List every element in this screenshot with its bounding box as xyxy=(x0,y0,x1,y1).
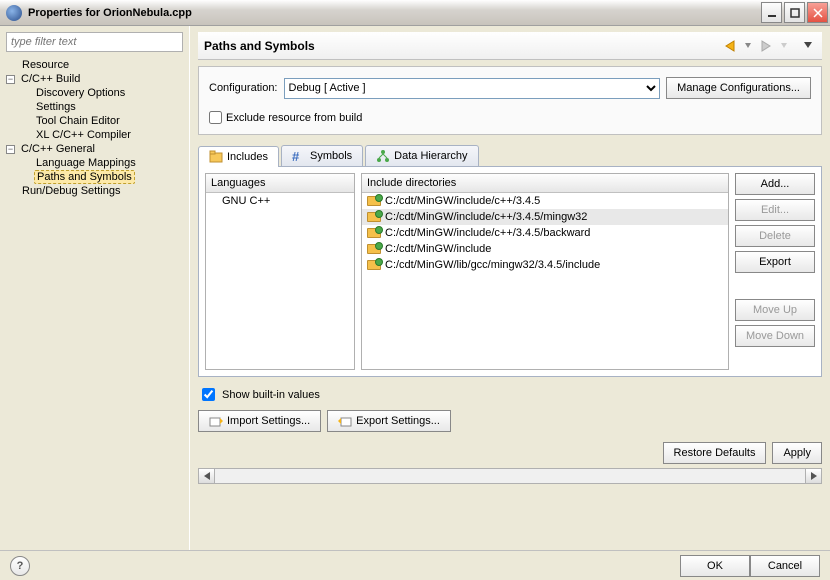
back-menu-arrow[interactable] xyxy=(740,38,756,54)
restore-defaults-button[interactable]: Restore Defaults xyxy=(663,442,767,464)
apply-button[interactable]: Apply xyxy=(772,442,822,464)
include-directories-list[interactable]: Include directories C:/cdt/MinGW/include… xyxy=(361,173,729,370)
forward-button[interactable] xyxy=(758,38,774,54)
scroll-left-icon[interactable] xyxy=(199,469,215,483)
filter-input[interactable] xyxy=(6,32,183,52)
language-item[interactable]: GNU C++ xyxy=(206,193,354,209)
tab-body-includes: Languages GNU C++ Include directories C:… xyxy=(198,167,822,377)
config-group: Configuration: Debug [ Active ] Manage C… xyxy=(198,66,822,135)
page-title: Paths and Symbols xyxy=(204,39,720,53)
move-up-button[interactable]: Move Up xyxy=(735,299,815,321)
include-dir-item[interactable]: C:/cdt/MinGW/include/c++/3.4.5/mingw32 xyxy=(362,209,728,225)
collapse-icon[interactable]: − xyxy=(6,145,15,154)
show-builtin-label: Show built-in values xyxy=(222,389,320,401)
ok-button[interactable]: OK xyxy=(680,555,750,577)
forward-menu-arrow[interactable] xyxy=(776,38,792,54)
tree-settings[interactable]: Settings xyxy=(34,100,78,114)
tree-discovery[interactable]: Discovery Options xyxy=(34,86,127,100)
eclipse-icon xyxy=(6,5,22,21)
includes-icon xyxy=(209,150,223,164)
tree-resource[interactable]: Resource xyxy=(20,58,71,72)
minimize-button[interactable] xyxy=(761,2,782,23)
include-dir-item[interactable]: C:/cdt/MinGW/include/c++/3.4.5 xyxy=(362,193,728,209)
dialog-button-bar: ? OK Cancel xyxy=(0,550,830,580)
collapse-icon[interactable]: − xyxy=(6,75,15,84)
horizontal-scrollbar[interactable] xyxy=(198,468,822,484)
cancel-button[interactable]: Cancel xyxy=(750,555,820,577)
tree-langmap[interactable]: Language Mappings xyxy=(34,156,138,170)
add-button[interactable]: Add... xyxy=(735,173,815,195)
tree-general[interactable]: C/C++ General xyxy=(19,142,97,156)
exclude-checkbox[interactable] xyxy=(209,111,222,124)
export-icon xyxy=(338,415,352,427)
symbols-icon: # xyxy=(292,149,306,163)
title-bar: Properties for OrionNebula.cpp xyxy=(0,0,830,26)
tab-data-hierarchy[interactable]: Data Hierarchy xyxy=(365,145,478,166)
tree-toolchain[interactable]: Tool Chain Editor xyxy=(34,114,122,128)
languages-list[interactable]: Languages GNU C++ xyxy=(205,173,355,370)
tree-xl[interactable]: XL C/C++ Compiler xyxy=(34,128,133,142)
import-settings-button[interactable]: Import Settings... xyxy=(198,410,321,432)
export-button[interactable]: Export xyxy=(735,251,815,273)
include-dir-item[interactable]: C:/cdt/MinGW/include/c++/3.4.5/backward xyxy=(362,225,728,241)
manage-configurations-button[interactable]: Manage Configurations... xyxy=(666,77,811,99)
delete-button[interactable]: Delete xyxy=(735,225,815,247)
folder-builtin-icon xyxy=(367,260,381,270)
folder-builtin-icon xyxy=(367,196,381,206)
configuration-select[interactable]: Debug [ Active ] xyxy=(284,78,661,99)
include-dir-item[interactable]: C:/cdt/MinGW/include xyxy=(362,241,728,257)
tree-build[interactable]: C/C++ Build xyxy=(19,72,82,86)
folder-builtin-icon xyxy=(367,244,381,254)
include-dirs-header: Include directories xyxy=(362,174,728,193)
category-tree-pane: Resource −C/C++ Build Discovery Options … xyxy=(0,26,190,550)
maximize-button[interactable] xyxy=(784,2,805,23)
exclude-label: Exclude resource from build xyxy=(226,112,362,124)
folder-builtin-icon xyxy=(367,212,381,222)
edit-button[interactable]: Edit... xyxy=(735,199,815,221)
window-title: Properties for OrionNebula.cpp xyxy=(28,7,759,19)
back-button[interactable] xyxy=(722,38,738,54)
tab-includes[interactable]: Includes xyxy=(198,146,279,167)
close-button[interactable] xyxy=(807,2,828,23)
view-menu-arrow[interactable] xyxy=(800,38,816,54)
tab-bar: Includes # Symbols Data Hierarchy xyxy=(198,145,822,167)
tab-symbols[interactable]: # Symbols xyxy=(281,145,363,166)
move-down-button[interactable]: Move Down xyxy=(735,325,815,347)
include-dir-item[interactable]: C:/cdt/MinGW/lib/gcc/mingw32/3.4.5/inclu… xyxy=(362,257,728,273)
help-button[interactable]: ? xyxy=(10,556,30,576)
category-tree[interactable]: Resource −C/C++ Build Discovery Options … xyxy=(6,58,183,544)
scroll-right-icon[interactable] xyxy=(805,469,821,483)
right-pane: Paths and Symbols Configuration: Debug [… xyxy=(190,26,830,550)
hierarchy-icon xyxy=(376,149,390,163)
show-builtin-checkbox[interactable] xyxy=(202,388,215,401)
directory-action-buttons: Add... Edit... Delete Export Move Up Mov… xyxy=(735,173,815,370)
page-header: Paths and Symbols xyxy=(198,32,822,60)
folder-builtin-icon xyxy=(367,228,381,238)
configuration-label: Configuration: xyxy=(209,82,278,94)
import-icon xyxy=(209,415,223,427)
export-settings-button[interactable]: Export Settings... xyxy=(327,410,451,432)
tree-paths-symbols[interactable]: Paths and Symbols xyxy=(34,170,135,184)
tree-rundebug[interactable]: Run/Debug Settings xyxy=(20,184,122,198)
languages-header: Languages xyxy=(206,174,354,193)
